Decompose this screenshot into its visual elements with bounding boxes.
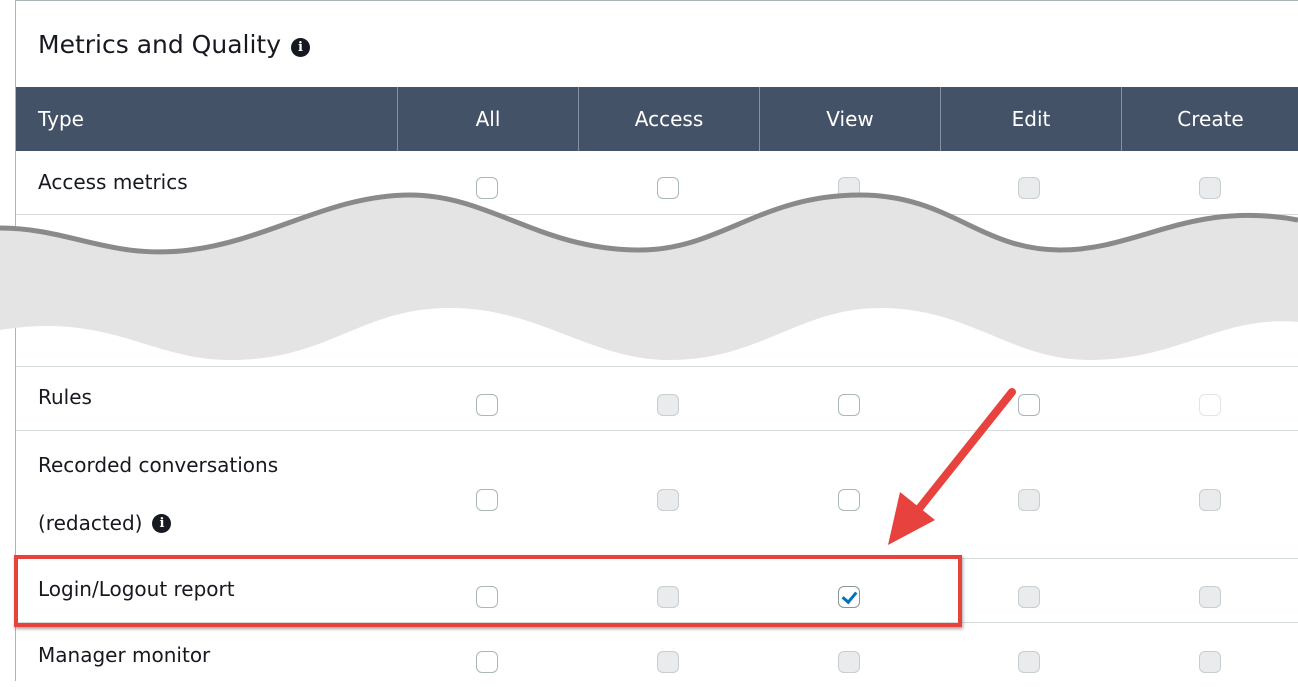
info-icon[interactable]: i xyxy=(291,37,311,57)
column-header-type: Type xyxy=(38,107,84,131)
checkbox-access[interactable] xyxy=(657,177,679,199)
checkbox-edit[interactable] xyxy=(1018,489,1040,511)
section-header: Metrics and Quality i xyxy=(16,1,1298,87)
checkbox-all[interactable] xyxy=(476,651,498,673)
checkbox-view-hidden[interactable] xyxy=(838,239,860,261)
checkbox-edit[interactable] xyxy=(1018,586,1040,608)
checkbox-all[interactable] xyxy=(476,489,498,511)
checkbox-create-hidden[interactable] xyxy=(1199,239,1221,261)
column-header-create: Create xyxy=(1121,87,1298,151)
checkbox-all[interactable] xyxy=(476,177,498,199)
row-label-line2-wrap: (redacted) i xyxy=(38,511,172,535)
table-row: Manager monitor xyxy=(16,623,1298,687)
metrics-quality-panel: Metrics and Quality i Type All Access Vi… xyxy=(15,0,1298,681)
row-label: Login/Logout report xyxy=(38,577,235,601)
checkbox-create[interactable] xyxy=(1199,489,1221,511)
checkbox-create[interactable] xyxy=(1199,586,1221,608)
checkbox-edit[interactable] xyxy=(1018,177,1040,199)
checkbox-view[interactable] xyxy=(838,651,860,673)
checkbox-view[interactable] xyxy=(838,177,860,199)
checkbox-access[interactable] xyxy=(657,651,679,673)
checkbox-create[interactable] xyxy=(1199,177,1221,199)
row-label: Access metrics xyxy=(38,170,188,194)
checkbox-access[interactable] xyxy=(657,489,679,511)
column-header-view: View xyxy=(759,87,940,151)
row-label-line1: Recorded conversations xyxy=(38,453,279,477)
checkbox-all[interactable] xyxy=(476,586,498,608)
column-header-all: All xyxy=(397,87,578,151)
checkbox-edit[interactable] xyxy=(1018,394,1040,416)
table-row: Login/Logout report xyxy=(16,559,1298,623)
checkbox-view[interactable] xyxy=(838,489,860,511)
row-label-line2: (redacted) xyxy=(38,511,143,535)
checkbox-edit[interactable] xyxy=(1018,651,1040,673)
table-header: Type All Access View Edit Create xyxy=(16,87,1298,151)
section-title: Metrics and Quality xyxy=(38,29,282,59)
table-row: Rules xyxy=(16,367,1298,431)
checkbox-view[interactable] xyxy=(838,586,860,608)
checkbox-access[interactable] xyxy=(657,394,679,416)
row-label: Manager monitor xyxy=(38,643,211,667)
column-header-edit: Edit xyxy=(940,87,1121,151)
row-label: Rules xyxy=(38,385,92,409)
column-header-access: Access xyxy=(578,87,759,151)
checkbox-all[interactable] xyxy=(476,394,498,416)
table-row: Access metrics xyxy=(16,151,1298,215)
checkbox-create[interactable] xyxy=(1199,394,1221,416)
checkbox-create[interactable] xyxy=(1199,651,1221,673)
table-row: Recorded conversations (redacted) i xyxy=(16,431,1298,559)
checkbox-access[interactable] xyxy=(657,586,679,608)
info-icon[interactable]: i xyxy=(152,513,172,533)
table-row-hidden xyxy=(16,215,1298,367)
checkbox-view[interactable] xyxy=(838,394,860,416)
